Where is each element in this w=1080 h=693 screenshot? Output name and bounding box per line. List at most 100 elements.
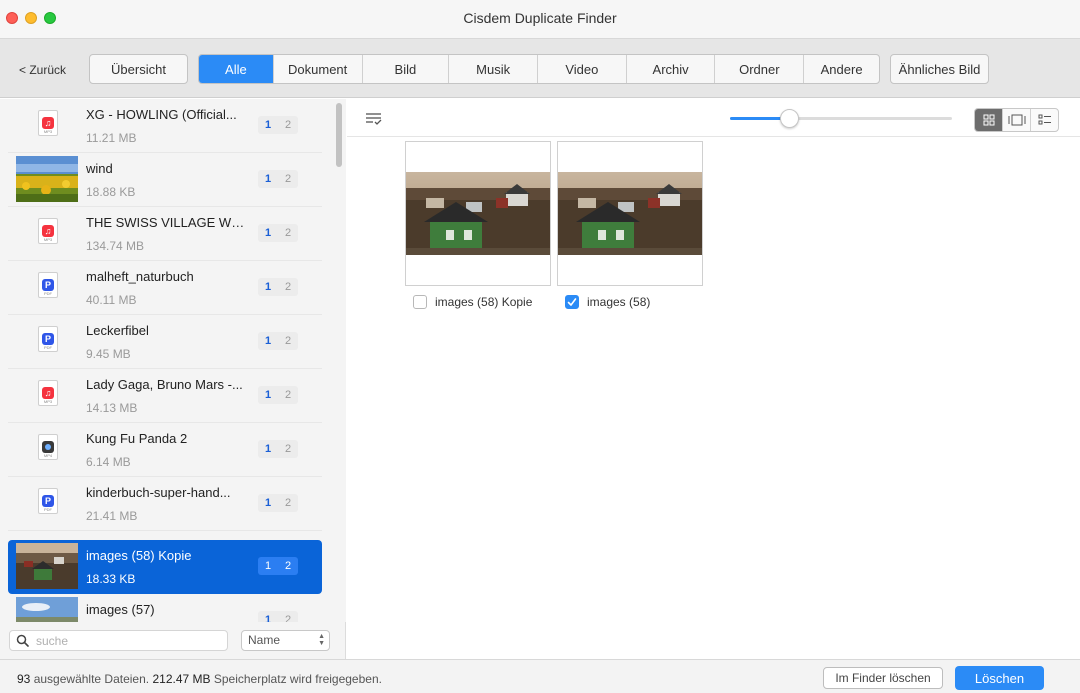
duplicate-counter: 12 xyxy=(258,170,298,188)
item-size: 134.74 MB xyxy=(86,239,145,253)
sort-select[interactable]: Name ▲ ▼ xyxy=(241,630,330,651)
item-size: 9.45 MB xyxy=(86,347,131,361)
item-size: 6.14 MB xyxy=(86,455,131,469)
item-size: 11.21 MB xyxy=(86,131,137,145)
list-item[interactable]: ♫ MP3 THE SWISS VILLAGE WH... 134.74 MB … xyxy=(8,207,322,261)
item-name: kinderbuch-super-hand... xyxy=(86,485,231,500)
sort-checklist-icon[interactable] xyxy=(365,112,383,126)
filmstrip-icon xyxy=(1008,114,1025,126)
chevron-up-down-icon: ▲ ▼ xyxy=(318,633,325,647)
pdf-file-icon: P PDF xyxy=(38,272,58,298)
item-size: 14.13 MB xyxy=(86,401,138,415)
music-file-icon: ♫ MP3 xyxy=(38,380,58,406)
delete-in-finder-button[interactable]: Im Finder löschen xyxy=(823,667,943,689)
list-item[interactable]: MP4 Kung Fu Panda 2 6.14 MB 12 xyxy=(8,423,322,477)
duplicate-counter: 12 xyxy=(258,494,298,512)
checkbox[interactable] xyxy=(413,295,427,309)
tab-video[interactable]: Video xyxy=(538,55,627,83)
item-name: XG - HOWLING (Official... xyxy=(86,107,237,122)
sidebar-scroll-thumb[interactable] xyxy=(336,103,342,167)
delete-button[interactable]: Löschen xyxy=(955,666,1044,690)
list-item[interactable]: ♫ MP3 Lady Gaga, Bruno Mars -... 14.13 M… xyxy=(8,369,322,423)
view-mode-switch xyxy=(974,108,1059,132)
sort-select-value: Name xyxy=(248,633,281,647)
back-button[interactable]: < Zurück xyxy=(19,63,66,77)
app-window: Cisdem Duplicate Finder < Zurück Übersic… xyxy=(0,0,1080,693)
tab-dokument[interactable]: Dokument xyxy=(274,55,363,83)
preview-toolbar xyxy=(347,99,1080,137)
list-item[interactable]: P PDF malheft_naturbuch 40.11 MB 12 xyxy=(8,261,322,315)
title-bar: Cisdem Duplicate Finder xyxy=(0,0,1080,38)
list-item[interactable]: ♫ MP3 XG - HOWLING (Official... 11.21 MB… xyxy=(8,99,322,153)
duplicate-counter: 12 xyxy=(258,386,298,404)
preview-pane: images (58) Kopie images (58) xyxy=(347,99,1080,659)
duplicate-counter: 12 xyxy=(258,557,298,575)
similar-image-button[interactable]: Ähnliches Bild xyxy=(890,54,989,84)
list-item[interactable]: wind 18.88 KB 12 xyxy=(8,153,322,207)
list-item[interactable]: P PDF kinderbuch-super-hand... 21.41 MB … xyxy=(8,477,322,531)
music-file-icon: ♫ MP3 xyxy=(38,110,58,136)
duplicate-counter: 12 xyxy=(258,224,298,242)
duplicate-image-card[interactable] xyxy=(405,141,551,286)
village-thumbnail xyxy=(16,543,78,589)
flower-field-thumbnail xyxy=(16,156,78,202)
pdf-file-icon: P PDF xyxy=(38,488,58,514)
village-image xyxy=(406,172,550,255)
duplicate-counter: 12 xyxy=(258,116,298,134)
item-name: Leckerfibel xyxy=(86,323,149,338)
item-size: 18.33 KB xyxy=(86,572,136,586)
grid-icon xyxy=(983,114,994,126)
landscape-thumbnail xyxy=(16,597,78,622)
checkmark-icon xyxy=(567,298,577,306)
list-item[interactable]: P PDF Leckerfibel 9.45 MB 12 xyxy=(8,315,322,369)
status-bar: 93 ausgewählte Dateien. 212.47 MB Speich… xyxy=(0,659,1080,693)
grid-view-button[interactable] xyxy=(975,109,1003,131)
item-name: THE SWISS VILLAGE WH... xyxy=(86,215,251,230)
item-name: Kung Fu Panda 2 xyxy=(86,431,188,446)
overview-button[interactable]: Übersicht xyxy=(89,54,188,84)
duplicate-counter: 12 xyxy=(258,332,298,350)
window-title: Cisdem Duplicate Finder xyxy=(463,10,617,26)
toolbar: < Zurück Übersicht Alle Dokument Bild Mu… xyxy=(0,38,1080,98)
duplicate-counter: 12 xyxy=(258,278,298,296)
tab-andere[interactable]: Andere xyxy=(804,55,879,83)
category-tabs: Alle Dokument Bild Musik Video Archiv Or… xyxy=(198,54,880,84)
list-view-button[interactable] xyxy=(1031,109,1058,131)
card-file-name: images (58) Kopie xyxy=(435,295,533,309)
list-item-selected[interactable]: images (58) Kopie 18.33 KB 12 xyxy=(8,540,322,594)
video-file-icon: MP4 xyxy=(38,434,58,460)
tab-ordner[interactable]: Ordner xyxy=(715,55,805,83)
duplicate-groups-sidebar: ♫ MP3 XG - HOWLING (Official... 11.21 MB… xyxy=(0,99,346,659)
item-size: 40.11 MB xyxy=(86,293,137,307)
checkbox-checked[interactable] xyxy=(565,295,579,309)
search-icon xyxy=(16,634,29,647)
card-checkbox-label[interactable]: images (58) xyxy=(565,293,650,311)
tab-archiv[interactable]: Archiv xyxy=(627,55,716,83)
duplicate-counter: 12 xyxy=(258,440,298,458)
village-image xyxy=(558,172,702,255)
item-name: wind xyxy=(86,161,113,176)
item-size: 21.41 MB xyxy=(86,509,138,523)
thumbnail-size-slider[interactable] xyxy=(730,109,952,128)
list-item[interactable]: images (57) 12 xyxy=(8,594,322,622)
pdf-file-icon: P PDF xyxy=(38,326,58,352)
list-icon xyxy=(1038,114,1051,125)
item-name: images (57) xyxy=(86,602,155,617)
status-summary: 93 ausgewählte Dateien. 212.47 MB Speich… xyxy=(17,672,382,686)
tab-alle[interactable]: Alle xyxy=(199,55,274,83)
slider-knob[interactable] xyxy=(780,109,799,128)
item-name: images (58) Kopie xyxy=(86,548,192,563)
sidebar-scrollbar[interactable] xyxy=(333,99,346,622)
duplicate-image-card[interactable] xyxy=(557,141,703,286)
search-input[interactable] xyxy=(36,631,226,650)
duplicate-counter: 12 xyxy=(258,611,298,622)
search-box[interactable] xyxy=(9,630,228,651)
filmstrip-view-button[interactable] xyxy=(1003,109,1031,131)
tab-musik[interactable]: Musik xyxy=(449,55,538,83)
tab-bild[interactable]: Bild xyxy=(363,55,450,83)
item-name: malheft_naturbuch xyxy=(86,269,194,284)
card-file-name: images (58) xyxy=(587,295,651,309)
duplicate-groups-list: ♫ MP3 XG - HOWLING (Official... 11.21 MB… xyxy=(0,99,332,622)
card-checkbox-label[interactable]: images (58) Kopie xyxy=(413,293,532,311)
item-size: 18.88 KB xyxy=(86,185,136,199)
